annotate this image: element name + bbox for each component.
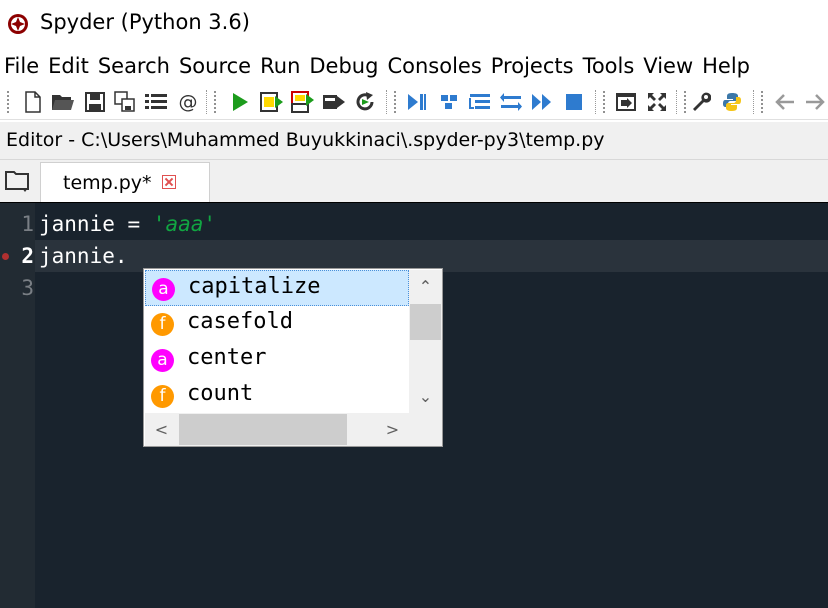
- toolbar-separator: [753, 90, 755, 114]
- completion-list[interactable]: a capitalize f casefold a center f count: [145, 270, 409, 413]
- menu-tools[interactable]: Tools: [579, 48, 640, 84]
- menu-consoles[interactable]: Consoles: [383, 48, 486, 84]
- toolbar-grip[interactable]: [393, 90, 397, 114]
- forward-arrow-icon[interactable]: [802, 88, 828, 116]
- line-number-gutter: 1 2 3: [0, 203, 35, 608]
- editor-tab-bar: temp.py*: [0, 160, 828, 202]
- scroll-up-icon[interactable]: ⌃: [409, 270, 442, 303]
- toolbar-grip[interactable]: [213, 90, 217, 114]
- string-literal: 'aaa': [152, 212, 217, 236]
- menu-search[interactable]: Search: [94, 48, 175, 84]
- main-toolbar: @: [0, 84, 828, 120]
- menu-run[interactable]: Run: [256, 48, 305, 84]
- code-line-2: jannie.: [39, 240, 128, 272]
- spyder-logo-icon: [8, 14, 28, 34]
- scrollbar-corner: [409, 413, 442, 446]
- menu-bar: File Edit Search Source Run Debug Consoles Proj…: [0, 48, 828, 84]
- vertical-scrollbar[interactable]: ⌃ ⌄: [409, 270, 442, 413]
- fullscreen-icon[interactable]: [644, 88, 670, 116]
- menu-file[interactable]: File: [0, 48, 44, 84]
- code-text: jannie.: [39, 244, 128, 268]
- browse-tabs-folder-icon[interactable]: [4, 169, 34, 195]
- back-arrow-icon[interactable]: [772, 88, 798, 116]
- attribute-badge-icon: a: [152, 278, 175, 301]
- completion-label: center: [187, 345, 267, 370]
- scroll-down-icon[interactable]: ⌄: [409, 380, 442, 413]
- run-selection-icon[interactable]: [321, 88, 347, 116]
- completion-item[interactable]: a center: [145, 342, 409, 378]
- save-icon[interactable]: [82, 88, 108, 116]
- completion-item[interactable]: a capitalize: [145, 270, 409, 306]
- line-number: 3: [21, 276, 34, 300]
- toolbar-grip[interactable]: [602, 90, 606, 114]
- title-bar: Spyder (Python 3.6): [0, 0, 828, 46]
- toolbar-grip[interactable]: [760, 90, 764, 114]
- toolbar-grip[interactable]: [6, 90, 10, 114]
- debug-icon[interactable]: [404, 88, 430, 116]
- horizontal-scrollbar[interactable]: < >: [145, 413, 409, 446]
- run-icon[interactable]: [227, 88, 253, 116]
- menu-edit[interactable]: Edit: [44, 48, 94, 84]
- toolbar-separator: [595, 90, 597, 114]
- function-badge-icon: f: [151, 385, 174, 408]
- debug-step-icon[interactable]: [436, 88, 462, 116]
- rerun-icon[interactable]: [352, 88, 378, 116]
- menu-projects[interactable]: Projects: [487, 48, 579, 84]
- menu-help[interactable]: Help: [698, 48, 755, 84]
- at-icon[interactable]: @: [175, 88, 201, 116]
- toolbar-separator: [386, 90, 388, 114]
- debug-step-return-icon[interactable]: [498, 88, 524, 116]
- toolbar-separator: [206, 90, 208, 114]
- editor-path-bar: Editor - C:\Users\Muhammed Buyukkinaci\.…: [0, 122, 828, 160]
- pythonpath-manager-icon[interactable]: [719, 88, 745, 116]
- debug-step-into-icon[interactable]: [467, 88, 493, 116]
- code-line-1: jannie = 'aaa': [39, 208, 216, 240]
- attribute-badge-icon: a: [151, 349, 174, 372]
- save-all-icon[interactable]: [112, 88, 138, 116]
- toolbar-grip[interactable]: [683, 90, 687, 114]
- vertical-scroll-thumb[interactable]: [410, 304, 441, 340]
- window-title: Spyder (Python 3.6): [40, 10, 250, 34]
- autocomplete-popup[interactable]: a capitalize f casefold a center f count…: [143, 268, 443, 447]
- completion-item[interactable]: f count: [145, 378, 409, 414]
- scroll-left-icon[interactable]: <: [145, 413, 178, 446]
- tab-temp-py[interactable]: temp.py*: [40, 162, 210, 202]
- completion-label: capitalize: [188, 274, 321, 299]
- outline-icon[interactable]: [143, 88, 169, 116]
- code-text: jannie =: [39, 212, 153, 236]
- menu-debug[interactable]: Debug: [305, 48, 383, 84]
- run-cell-advance-icon[interactable]: [290, 88, 316, 116]
- line-number: 1: [21, 212, 34, 236]
- editor-file-path: Editor - C:\Users\Muhammed Buyukkinaci\.…: [6, 129, 605, 151]
- horizontal-scroll-thumb[interactable]: [179, 414, 347, 445]
- debug-continue-icon[interactable]: [529, 88, 555, 116]
- tab-close-icon[interactable]: [162, 175, 176, 189]
- completion-label: count: [187, 381, 254, 406]
- scroll-right-icon[interactable]: >: [376, 413, 409, 446]
- function-badge-icon: f: [151, 313, 174, 336]
- preferences-wrench-icon[interactable]: [688, 88, 714, 116]
- run-cell-icon[interactable]: [259, 88, 285, 116]
- completion-label: casefold: [187, 309, 293, 334]
- new-file-icon[interactable]: [20, 88, 46, 116]
- code-analysis-warning-marker[interactable]: [2, 253, 9, 260]
- menu-source[interactable]: Source: [175, 48, 256, 84]
- maximize-pane-icon[interactable]: [613, 88, 639, 116]
- menu-view[interactable]: View: [639, 48, 698, 84]
- open-file-icon[interactable]: [50, 88, 76, 116]
- tab-label: temp.py*: [63, 172, 152, 194]
- debug-stop-icon[interactable]: [561, 88, 587, 116]
- toolbar-separator: [676, 90, 678, 114]
- completion-item[interactable]: f casefold: [145, 306, 409, 342]
